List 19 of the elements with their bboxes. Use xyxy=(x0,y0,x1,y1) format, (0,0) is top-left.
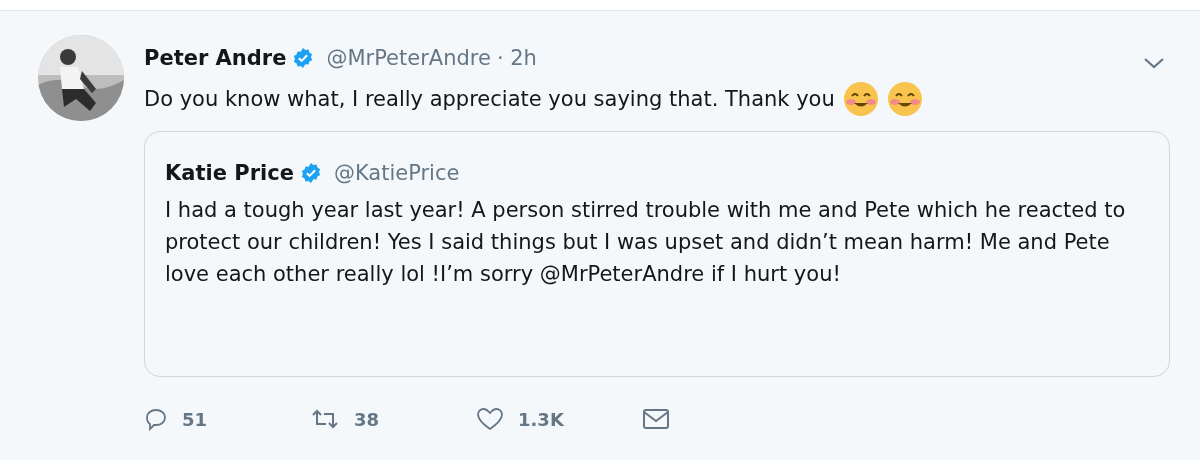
tweet-time: · 2h xyxy=(496,46,537,70)
verified-badge-icon xyxy=(292,47,315,69)
verified-badge-icon xyxy=(299,162,322,184)
smiling-face-icon xyxy=(886,81,923,117)
action-count: 38 xyxy=(354,408,380,430)
envelope-icon[interactable] xyxy=(642,407,670,431)
author-handle[interactable]: @MrPeterAndre xyxy=(326,46,491,70)
heart-icon[interactable] xyxy=(476,407,504,431)
retweet-icon[interactable] xyxy=(310,407,340,431)
quoted-tweet-text: I had a tough year last year! A person stirred trouble with me and Pete which he reacted to protect our children! Yes I said things but I was upset and didn’t mean harm! Me and Pete love each other really lol !I’m sorry @MrPeterAndre if I hurt you! xyxy=(165,197,1127,288)
smiling-face-icon xyxy=(842,81,879,117)
speech-bubble-icon[interactable] xyxy=(144,407,168,431)
author-handle[interactable]: @KatiePrice xyxy=(333,161,460,185)
author-name[interactable]: Peter Andre xyxy=(144,46,287,70)
action-count: 1.3K xyxy=(518,408,564,430)
quoted-tweet[interactable] xyxy=(144,131,1170,377)
tweet-text: Do you know what, I really appreciate you saying that. Thank you xyxy=(144,87,835,111)
action-count: 51 xyxy=(182,408,208,430)
author-name[interactable]: Katie Price xyxy=(165,161,294,185)
